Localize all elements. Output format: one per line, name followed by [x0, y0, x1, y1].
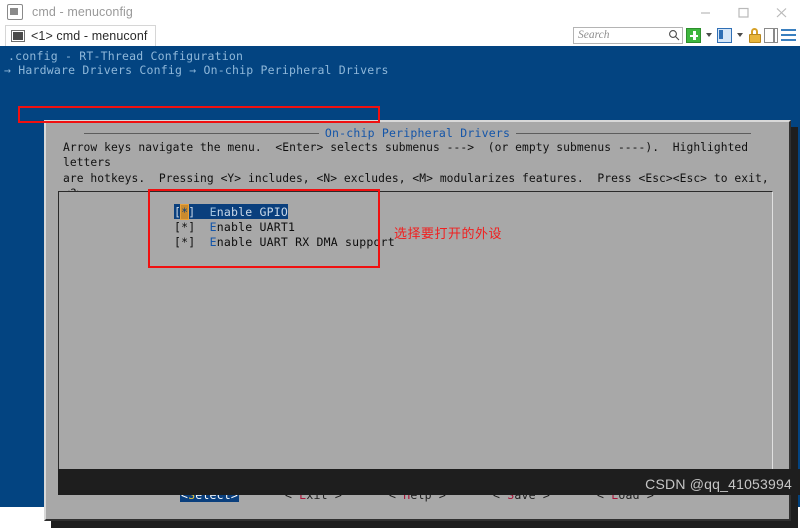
close-icon[interactable] — [762, 0, 800, 24]
checkbox-bracket-open: [ — [174, 219, 182, 234]
title-dash-right — [516, 132, 752, 134]
menuconfig-dialog: On-chip Peripheral Drivers Arrow keys na… — [44, 120, 791, 521]
dialog-title: On-chip Peripheral Drivers — [324, 126, 511, 140]
split-pane-icon[interactable] — [764, 27, 778, 43]
search-icon[interactable] — [668, 29, 680, 41]
checkbox-bracket-open: [ — [174, 204, 182, 219]
annotation-note: 选择要打开的外设 — [394, 227, 503, 242]
checkbox-bracket-close: ] — [188, 204, 210, 219]
menu-item-label: nable UART RX DMA support — [216, 234, 395, 249]
hamburger-menu-icon[interactable] — [781, 29, 796, 41]
console-window-icon — [7, 4, 23, 20]
minimize-icon[interactable] — [686, 0, 724, 24]
tab-cmd-menuconf[interactable]: <1> cmd - menuconf — [5, 25, 157, 46]
search-box[interactable] — [573, 26, 683, 44]
config-header-line: .config - RT-Thread Configuration — [8, 49, 244, 63]
app-root: cmd - menuconfig <1> cmd - menuconf Sear… — [0, 0, 800, 528]
menu-item-hotkey: E — [209, 219, 217, 234]
lock-icon[interactable] — [748, 27, 761, 43]
watermark: CSDN @qq_41053994 — [645, 476, 792, 492]
checkbox-bracket-close: ] — [188, 234, 210, 249]
menu-item[interactable]: [*] Enable UART RX DMA support — [174, 234, 395, 249]
breadcrumb: → Hardware Drivers Config → On-chip Peri… — [4, 63, 389, 77]
menu-item-label: nable GPIO — [216, 204, 288, 219]
new-tab-plus-icon[interactable] — [686, 27, 701, 43]
checkbox-bracket-open: [ — [174, 234, 182, 249]
console-area: .config - RT-Thread Configuration → Hard… — [0, 46, 800, 528]
menu-item-label: nable UART1 — [216, 219, 296, 234]
menu-item-hotkey: E — [209, 234, 217, 249]
window-controls — [686, 0, 800, 24]
menu-item-list: [*] Enable GPIO[*] Enable UART1[*] Enabl… — [174, 203, 395, 249]
menu-item[interactable]: [*] Enable GPIO — [174, 203, 288, 220]
checkbox-bracket-close: ] — [188, 219, 210, 234]
toolbar — [573, 25, 796, 45]
window-title: cmd - menuconfig — [32, 5, 133, 19]
new-tab-chevron-down-icon[interactable] — [706, 33, 712, 37]
window-titlebar: cmd - menuconfig — [0, 0, 800, 24]
tab-label: <1> cmd - menuconf — [31, 29, 148, 43]
checkbox-state[interactable]: * — [180, 203, 190, 220]
dialog-title-row: On-chip Peripheral Drivers — [46, 126, 789, 140]
pane-chevron-down-icon[interactable] — [737, 33, 743, 37]
search-input[interactable] — [578, 29, 668, 41]
pane-window-icon[interactable] — [717, 27, 732, 43]
cmd-icon — [11, 30, 25, 42]
checkbox-state[interactable]: * — [181, 235, 188, 249]
checkbox-state[interactable]: * — [181, 220, 188, 234]
title-dash-left — [83, 132, 319, 134]
menu-item-hotkey: E — [209, 204, 217, 219]
menu-item[interactable]: [*] Enable UART1 — [174, 219, 295, 234]
maximize-icon[interactable] — [724, 0, 762, 24]
